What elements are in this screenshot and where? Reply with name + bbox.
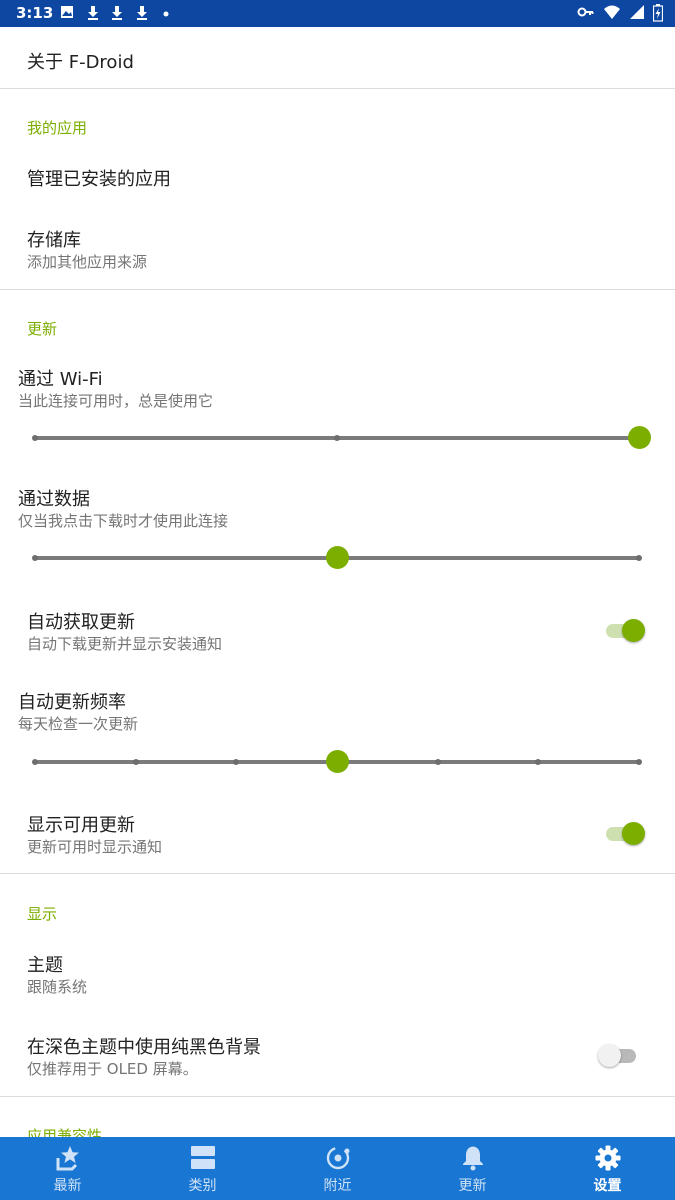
pure-black-background-switch[interactable] — [598, 1043, 636, 1067]
over-wifi-summary: 当此连接可用时，总是使用它 — [18, 392, 214, 410]
status-time: 3:13 — [16, 4, 54, 22]
slider-tick — [636, 555, 642, 561]
over-data-item: 通过数据 仅当我点击下载时才使用此连接 — [0, 472, 675, 587]
manage-installed-apps-title: 管理已安装的应用 — [27, 169, 171, 190]
update-frequency-slider[interactable] — [32, 750, 642, 774]
slider-thumb[interactable] — [326, 546, 349, 569]
nav-item-categories[interactable]: 类别 — [135, 1137, 270, 1200]
theme-summary: 跟随系统 — [27, 978, 88, 996]
slider-tick — [32, 435, 38, 441]
update-frequency-item: 自动更新频率 每天检查一次更新 — [0, 677, 675, 792]
slider-tick — [132, 759, 139, 765]
over-data-slider[interactable] — [32, 546, 642, 570]
nearby-icon — [324, 1145, 352, 1171]
slider-tick — [334, 435, 340, 441]
about-fdroid-item[interactable]: 关于 F-Droid — [0, 27, 675, 88]
divider — [0, 1096, 675, 1097]
bottom-navigation: 最新 类别 附近 更新 设置 — [0, 1137, 675, 1200]
signal-icon — [629, 4, 645, 26]
download-icon — [135, 5, 149, 26]
show-available-updates-item[interactable]: 显示可用更新 更新可用时显示通知 — [0, 800, 675, 870]
nav-item-latest[interactable]: 最新 — [0, 1137, 135, 1200]
category-display: 显示 — [27, 905, 58, 923]
nav-label: 类别 — [188, 1178, 217, 1194]
status-bar: 3:13 — [0, 0, 675, 27]
show-available-updates-switch[interactable] — [606, 821, 645, 845]
show-available-updates-title: 显示可用更新 — [27, 815, 135, 836]
settings-list[interactable]: 关于 F-Droid 我的应用 管理已安装的应用 存储库 添加其他应用来源 更新… — [0, 27, 675, 1137]
category-updates: 更新 — [27, 320, 58, 338]
nav-label: 设置 — [593, 1178, 622, 1194]
gear-icon — [594, 1145, 622, 1171]
pure-black-background-summary: 仅推荐用于 OLED 屏幕。 — [27, 1060, 198, 1078]
nav-item-nearby[interactable]: 附近 — [270, 1137, 405, 1200]
auto-fetch-updates-item[interactable]: 自动获取更新 自动下载更新并显示安装通知 — [0, 597, 675, 667]
show-available-updates-summary: 更新可用时显示通知 — [27, 838, 163, 856]
over-data-title: 通过数据 — [18, 489, 90, 510]
categories-icon — [189, 1145, 217, 1171]
auto-fetch-updates-summary: 自动下载更新并显示安装通知 — [27, 635, 223, 653]
divider — [0, 289, 675, 290]
wifi-icon — [603, 4, 621, 26]
nav-item-settings[interactable]: 设置 — [540, 1137, 675, 1200]
repositories-title: 存储库 — [27, 230, 81, 251]
bell-icon — [459, 1145, 487, 1171]
nav-item-updates[interactable]: 更新 — [405, 1137, 540, 1200]
over-data-summary: 仅当我点击下载时才使用此连接 — [18, 512, 229, 530]
pure-black-background-item[interactable]: 在深色主题中使用纯黑色背景 仅推荐用于 OLED 屏幕。 — [0, 1022, 675, 1092]
battery-icon — [652, 4, 664, 26]
auto-fetch-updates-title: 自动获取更新 — [27, 612, 135, 633]
slider-tick — [535, 759, 542, 765]
switch-thumb — [622, 619, 645, 642]
nav-label: 附近 — [323, 1178, 352, 1194]
switch-thumb — [598, 1044, 621, 1067]
key-icon — [577, 4, 595, 26]
status-icons — [577, 4, 664, 26]
over-wifi-title: 通过 Wi-Fi — [18, 369, 103, 390]
manage-installed-apps-item[interactable]: 管理已安装的应用 — [0, 149, 675, 204]
slider-thumb[interactable] — [628, 426, 651, 449]
auto-fetch-updates-switch[interactable] — [606, 618, 645, 642]
slider-thumb[interactable] — [326, 750, 349, 773]
dot-icon — [163, 5, 169, 26]
update-frequency-summary: 每天检查一次更新 — [18, 715, 139, 733]
category-my-apps: 我的应用 — [27, 119, 88, 137]
about-fdroid-title: 关于 F-Droid — [27, 52, 134, 73]
star-icon — [54, 1145, 82, 1171]
download-icon — [110, 5, 124, 26]
slider-tick — [32, 555, 38, 561]
image-icon — [60, 5, 74, 24]
over-wifi-item: 通过 Wi-Fi 当此连接可用时，总是使用它 — [0, 352, 675, 467]
nav-label: 更新 — [458, 1178, 487, 1194]
download-icon — [86, 5, 100, 26]
category-app-compatibility: 应用兼容性 — [27, 1127, 103, 1137]
nav-label: 最新 — [53, 1178, 82, 1194]
pure-black-background-title: 在深色主题中使用纯黑色背景 — [27, 1037, 261, 1058]
repositories-item[interactable]: 存储库 添加其他应用来源 — [0, 212, 675, 282]
divider — [0, 88, 675, 89]
slider-tick — [233, 759, 240, 765]
theme-item[interactable]: 主题 跟随系统 — [0, 937, 675, 1007]
divider — [0, 873, 675, 874]
repositories-summary: 添加其他应用来源 — [27, 253, 148, 271]
update-frequency-title: 自动更新频率 — [18, 692, 126, 713]
slider-tick — [434, 759, 441, 765]
over-wifi-slider[interactable] — [32, 426, 651, 450]
theme-title: 主题 — [27, 955, 63, 976]
slider-tick — [636, 759, 642, 765]
switch-thumb — [622, 822, 645, 845]
slider-tick — [32, 759, 38, 765]
